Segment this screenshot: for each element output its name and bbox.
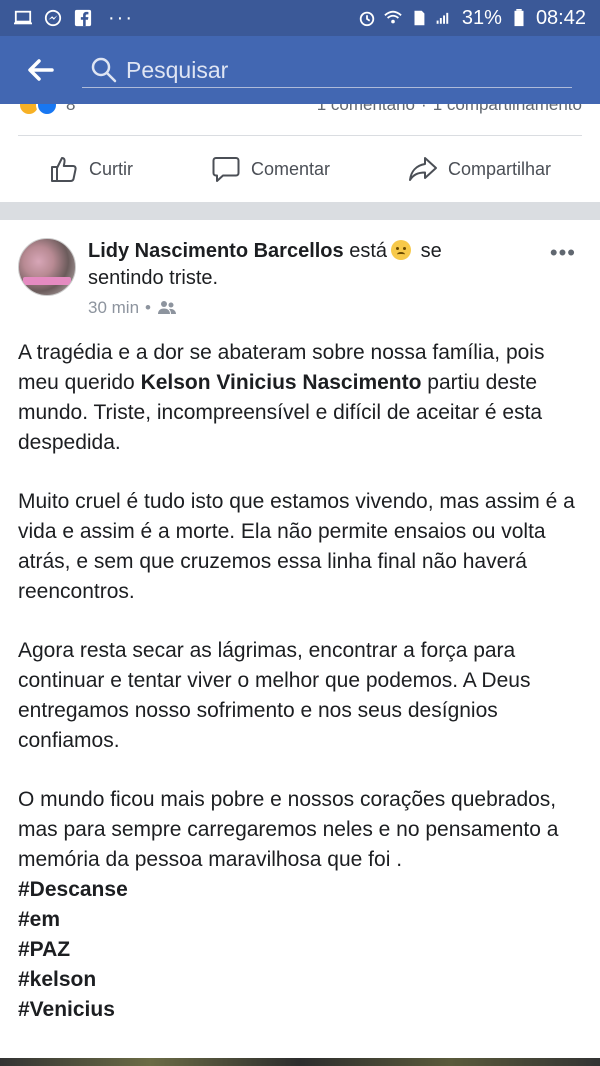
next-post-image-edge	[0, 1058, 600, 1066]
status-left-icons: ···	[14, 7, 134, 30]
search-icon	[91, 57, 117, 83]
share-button[interactable]: Compartilhar	[408, 154, 551, 184]
post-card: Lidy Nascimento Barcellos está se sentin…	[0, 220, 600, 1066]
back-arrow-icon	[28, 59, 54, 81]
post-paragraph: A tragédia e a dor se abateram sobre nos…	[18, 338, 584, 458]
summary-counts: 1 comentário · 1 compartilhamento	[317, 104, 582, 115]
hashtag-link[interactable]: #Venicius	[18, 995, 584, 1025]
author-name[interactable]: Lidy Nascimento Barcellos	[88, 240, 344, 262]
hashtag-link[interactable]: #kelson	[18, 965, 584, 995]
meta-dot: •	[145, 298, 151, 317]
sim-icon	[414, 10, 425, 26]
share-count[interactable]: 1 compartilhamento	[433, 104, 582, 115]
share-label: Compartilhar	[447, 158, 551, 179]
post-paragraph: O mundo ficou mais pobre e nossos coraçõ…	[18, 788, 559, 871]
post-header: Lidy Nascimento Barcellos está se sentin…	[88, 238, 508, 292]
comment-icon	[212, 157, 240, 182]
search-underline	[82, 87, 572, 88]
hashtag-link[interactable]: #PAZ	[18, 935, 584, 965]
sad-face-icon	[391, 240, 412, 260]
like-button[interactable]: Curtir	[49, 154, 133, 184]
comment-button[interactable]: Comentar	[211, 154, 330, 184]
search-field[interactable]: Pesquisar	[82, 46, 572, 94]
separator: ·	[421, 104, 427, 114]
friends-audience-icon	[157, 301, 176, 314]
share-arrow-icon	[408, 157, 437, 181]
clock: 08:42	[535, 6, 586, 29]
status-bar: ··· 31% 08:42	[0, 0, 600, 36]
more-options-button[interactable]: •••	[550, 240, 576, 266]
post-paragraph: Muito cruel é tudo isto que estamos vive…	[18, 490, 575, 603]
app-header: Pesquisar	[0, 36, 600, 104]
post-paragraph: Agora resta secar as lágrimas, encontrar…	[18, 639, 531, 752]
wifi-icon	[384, 10, 402, 24]
status-right-icons: 31% 08:42	[358, 7, 586, 30]
monitor-icon	[14, 10, 32, 25]
search-placeholder: Pesquisar	[126, 56, 229, 83]
thumbs-up-icon	[50, 157, 77, 182]
feed-separator	[0, 202, 600, 220]
avatar[interactable]	[18, 238, 76, 296]
comment-count[interactable]: 1 comentário	[317, 104, 415, 115]
comment-label: Comentar	[250, 158, 330, 179]
mention-link[interactable]: Kelson Vinicius Nascimento	[141, 371, 422, 394]
post-meta: 30 min •	[88, 298, 177, 318]
more-dots-icon: ···	[108, 6, 134, 29]
reactions[interactable]: 8	[18, 104, 75, 116]
post-time[interactable]: 30 min	[88, 298, 139, 318]
reaction-summary: 8 1 comentário · 1 compartilhamento	[0, 104, 600, 134]
hashtag-link[interactable]: #em	[18, 905, 584, 935]
signal-icon	[436, 12, 449, 24]
like-reaction-icon	[36, 104, 58, 116]
post-body: A tragédia e a dor se abateram sobre nos…	[18, 338, 584, 1025]
battery-percent: 31%	[461, 6, 502, 29]
back-button[interactable]	[24, 54, 56, 86]
alarm-icon	[359, 11, 375, 27]
reaction-count: 8	[66, 104, 76, 114]
hashtag-list: #Descanse #em #PAZ #kelson #Venicius	[18, 875, 584, 1025]
facebook-icon	[74, 9, 92, 27]
post-actions: Curtir Comentar Compartilhar	[0, 136, 600, 202]
battery-icon	[514, 9, 524, 27]
hashtag-link[interactable]: #Descanse	[18, 875, 584, 905]
feeling-prefix: está	[349, 240, 388, 262]
messenger-icon	[44, 9, 62, 27]
like-label: Curtir	[88, 158, 133, 179]
